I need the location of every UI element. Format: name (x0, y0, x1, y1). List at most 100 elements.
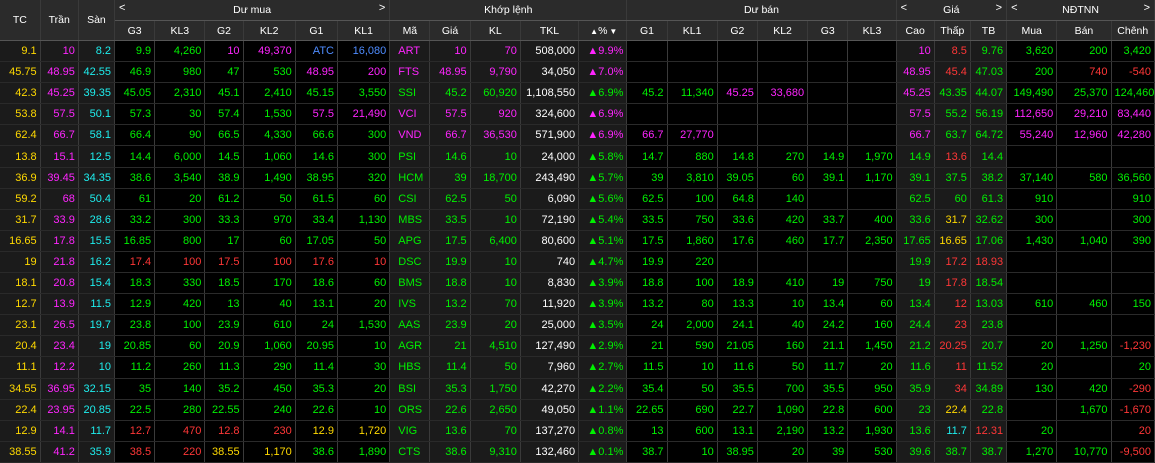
foreign-sell: 10,770 (1056, 441, 1112, 463)
match-volume: 10 (470, 209, 521, 231)
floor-price: 10 (78, 356, 116, 379)
header-low[interactable]: Thấp (934, 20, 971, 41)
foreign-scroll-right-icon[interactable]: > (1144, 2, 1150, 14)
header-price[interactable]: Giá (429, 20, 471, 41)
header-high[interactable]: Cao (896, 20, 935, 41)
symbol: AAS (389, 314, 431, 337)
header-foreign-sell[interactable]: Bán (1056, 20, 1112, 41)
sort-up-icon[interactable]: ▲ (590, 27, 598, 36)
header-sell-g3[interactable]: G3 (807, 20, 849, 41)
high-price: 66.7 (896, 124, 935, 147)
buy-g2: 11.3 (204, 356, 244, 379)
match-volume: 920 (470, 103, 521, 126)
buy-g3: 57.3 (114, 103, 156, 126)
buy-kl2: 1,170 (243, 441, 296, 463)
buy-kl3: 220 (154, 441, 206, 463)
table-row[interactable]: 42.3 45.25 39.35 45.05 2,310 45.1 2,410 45.15 3,… (0, 82, 1155, 105)
floor-price: 16.2 (78, 251, 116, 274)
sell-kl3: 160 (847, 314, 897, 337)
low-price: 55.2 (934, 103, 971, 126)
table-row[interactable]: 34.55 36.95 32.15 35 140 35.2 450 35.3 20 BSI 35.3… (0, 378, 1155, 400)
header-foreign-net[interactable]: Chênh (1111, 20, 1155, 41)
header-buy-g2[interactable]: G2 (204, 20, 244, 41)
table-row[interactable]: 59.2 68 50.4 61 20 61.2 50 61.5 60 CSI 62.5 50 6,090… (0, 188, 1155, 210)
avg-price: 34.89 (970, 378, 1008, 400)
header-total-volume[interactable]: TKL (520, 20, 580, 41)
ref-price: 19 (0, 251, 41, 274)
buy-g3: 23.8 (114, 314, 156, 337)
ceiling-price: 39.45 (40, 167, 79, 189)
scroll-right-icon[interactable]: > (379, 2, 385, 14)
low-price: 37.5 (934, 167, 971, 189)
buy-kl1: 16,080 (337, 40, 391, 63)
header-ceiling[interactable]: Trần (40, 0, 79, 41)
header-percent[interactable]: ▲% ▼ (578, 20, 628, 41)
header-avg[interactable]: TB (970, 20, 1008, 41)
low-price: 17.2 (934, 251, 971, 274)
sell-g1: 14.7 (626, 145, 668, 168)
ref-price: 38.55 (0, 441, 41, 463)
symbol: FTS (389, 61, 431, 84)
buy-kl3: 100 (154, 314, 206, 337)
buy-kl3: 980 (154, 61, 206, 84)
buy-g2: 66.5 (204, 124, 244, 147)
total-volume: 132,460 (520, 441, 580, 463)
header-buy-kl2[interactable]: KL2 (243, 20, 296, 41)
match-price: 10 (429, 40, 471, 63)
foreign-net: -9,500 (1111, 441, 1155, 463)
table-row[interactable]: 23.1 26.5 19.7 23.8 100 23.9 610 24 1,530 AAS 23.9… (0, 314, 1155, 337)
low-price: 8.5 (934, 40, 971, 63)
buy-kl3: 2,310 (154, 82, 206, 105)
table-row[interactable]: 16.65 17.8 15.5 16.85 800 17 60 17.05 50 APG 17.5 6… (0, 230, 1155, 252)
table-row[interactable]: 45.75 48.95 42.55 46.9 980 47 530 48.95 200 FTS 48… (0, 61, 1155, 84)
sell-kl1: 220 (667, 251, 718, 274)
total-volume: 324,600 (520, 103, 580, 126)
symbol: PSI (389, 145, 431, 168)
sell-kl2: 270 (757, 145, 809, 168)
header-volume[interactable]: KL (470, 20, 521, 41)
buy-kl2: 1,060 (243, 335, 296, 358)
header-tc[interactable]: TC (0, 0, 41, 41)
table-row[interactable]: 12.7 13.9 11.5 12.9 420 13 40 13.1 20 IVS 13.2 70 11… (0, 293, 1155, 316)
table-row[interactable]: 9.1 10 8.2 9.9 4,260 10 49,370 ATC 16,080 ART 10 70… (0, 40, 1155, 63)
price-scroll-right-icon[interactable]: > (996, 2, 1002, 14)
ceiling-price: 20.8 (40, 272, 79, 295)
table-row[interactable]: 13.8 15.1 12.5 14.4 6,000 14.5 1,060 14.6 300 PSI… (0, 145, 1155, 168)
table-row[interactable]: 31.7 33.9 28.6 33.2 300 33.3 970 33.4 1,130 MBS 33… (0, 209, 1155, 231)
sell-g3: 33.7 (807, 209, 849, 231)
match-price: 14.6 (429, 145, 471, 168)
table-row[interactable]: 62.4 66.7 58.1 66.4 90 66.5 4,330 66.6 300 VND 66.… (0, 124, 1155, 147)
table-row[interactable]: 53.8 57.5 50.1 57.3 30 57.4 1,530 57.5 21,490 VCI… (0, 103, 1155, 126)
header-sell-g2[interactable]: G2 (717, 20, 758, 41)
price-scroll-left-icon[interactable]: < (901, 2, 907, 14)
change-percent: ▲5.8% (578, 145, 628, 168)
header-buy-g3[interactable]: G3 (114, 20, 156, 41)
table-row[interactable]: 18.1 20.8 15.4 18.3 330 18.5 170 18.6 60 BMS 18.8 1… (0, 272, 1155, 295)
sell-g2: 24.1 (717, 314, 758, 337)
scroll-left-icon[interactable]: < (119, 2, 125, 14)
table-row[interactable]: 36.9 39.45 34.35 38.6 3,540 38.9 1,490 38.95 320… (0, 167, 1155, 189)
avg-price: 32.62 (970, 209, 1008, 231)
header-foreign-buy[interactable]: Mua (1006, 20, 1058, 41)
header-sell-kl1[interactable]: KL1 (667, 20, 718, 41)
header-symbol[interactable]: Mã (389, 20, 431, 41)
table-row[interactable]: 20.4 23.4 19 20.85 60 20.9 1,060 20.95 10 AGR 21 4,… (0, 335, 1155, 358)
buy-kl3: 330 (154, 272, 206, 295)
foreign-sell (1056, 356, 1112, 379)
header-sell-kl3[interactable]: KL3 (847, 20, 897, 41)
table-row[interactable]: 38.55 41.2 35.9 38.5 220 38.55 1,170 38.6 1,890 C… (0, 441, 1155, 463)
foreign-sell (1056, 209, 1112, 231)
header-sell-g1[interactable]: G1 (626, 20, 668, 41)
foreign-sell (1056, 272, 1112, 295)
header-buy-g1[interactable]: G1 (295, 20, 338, 41)
header-buy-kl1[interactable]: KL1 (337, 20, 391, 41)
table-row[interactable]: 19 21.8 16.2 17.4 100 17.5 100 17.6 10 DSC 19.9 10 7… (0, 251, 1155, 274)
foreign-scroll-left-icon[interactable]: < (1011, 2, 1017, 14)
table-row[interactable]: 11.1 12.2 10 11.2 260 11.3 290 11.4 30 HBS 11.4 50 7… (0, 356, 1155, 379)
header-floor[interactable]: Sàn (78, 0, 116, 41)
table-row[interactable]: 22.4 23.95 20.85 22.5 280 22.55 240 22.6 10 ORS 22… (0, 399, 1155, 421)
table-row[interactable]: 12.9 14.1 11.7 12.7 470 12.8 230 12.9 1,720 VIG 13… (0, 420, 1155, 442)
header-sell-kl2[interactable]: KL2 (757, 20, 809, 41)
header-buy-kl3[interactable]: KL3 (154, 20, 206, 41)
sort-down-icon[interactable]: ▼ (609, 27, 617, 36)
